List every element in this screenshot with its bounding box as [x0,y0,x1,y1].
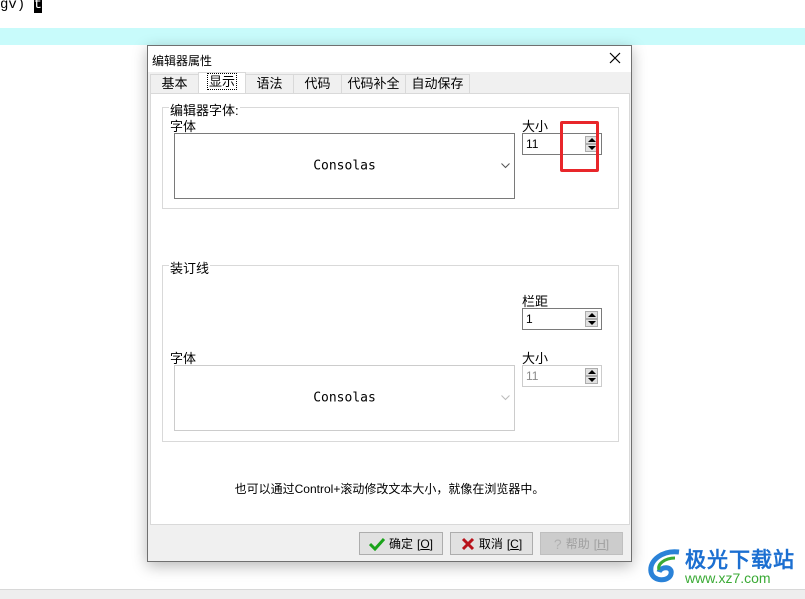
tab-code-completion[interactable]: 代码补全 [341,74,406,93]
watermark-url: www.xz7.com [685,570,771,586]
tab-basic[interactable]: 基本 [150,74,199,93]
editor-text-line: gv) t [0,0,43,14]
gutter-group-title: 装订线 [169,258,211,277]
spin-up-button[interactable] [585,368,598,376]
tab-code[interactable]: 代码 [293,74,342,93]
cancel-button[interactable]: 取消 [C] [450,532,533,555]
gutter-spacing-spinner[interactable]: 1 [522,308,602,330]
gutter-font-value: Consolas [313,390,376,406]
editor-font-size-value: 11 [526,137,539,151]
logo-swirl-icon [648,549,680,583]
annotation-highlight-box [560,121,599,172]
x-icon [461,537,474,550]
ok-button[interactable]: 确定 [O] [359,532,443,555]
question-icon: ? [553,535,562,552]
tab-autosave[interactable]: 自动保存 [405,74,470,93]
arrow-up-icon [587,370,596,374]
gutter-font-select[interactable]: Consolas [174,365,515,431]
arrow-down-icon [587,321,596,325]
cancel-label: 取消 [478,537,503,551]
gutter-font-size-value: 11 [526,369,539,383]
tab-display[interactable]: 显示 [198,72,246,93]
editor-font-value: Consolas [313,158,376,174]
gutter-group: 装订线 栏距 1 字体 Consolas 大小 11 [162,258,619,442]
ok-label: 确定 [388,537,413,551]
tab-bar: 基本 显示 语法 代码 代码补全 自动保存 [148,72,631,93]
chevron-down-icon [501,395,510,401]
chevron-down-icon [501,163,510,169]
text-cursor: t [33,0,43,13]
current-line-highlight [0,28,805,45]
gutter-spacing-value: 1 [526,312,533,326]
gutter-font-size-spinner[interactable]: 11 [522,365,602,387]
help-label: 帮助 [565,537,590,551]
spin-down-button[interactable] [585,319,598,327]
check-icon [368,537,385,551]
help-button[interactable]: ? 帮助 [H] [540,532,623,555]
spin-down-button[interactable] [585,376,598,384]
editor-font-group: 编辑器字体: 字体 Consolas 大小 11 [162,100,619,209]
display-tab-page: 编辑器字体: 字体 Consolas 大小 11 装订线 栏距 1 字体 Con… [150,93,630,525]
arrow-up-icon [587,313,596,317]
dialog-title: 编辑器属性 [152,54,213,68]
hint-text: 也可以通过Control+滚动修改文本大小，就像在浏览器中。 [234,482,545,496]
editor-font-select[interactable]: Consolas [174,133,515,199]
close-icon[interactable] [607,50,623,66]
dialog-titlebar[interactable]: 编辑器属性 [148,46,631,72]
arrow-down-icon [587,378,596,382]
spin-up-button[interactable] [585,311,598,319]
watermark-logo: 极光下载站 www.xz7.com [645,540,800,590]
tab-syntax[interactable]: 语法 [245,74,294,93]
